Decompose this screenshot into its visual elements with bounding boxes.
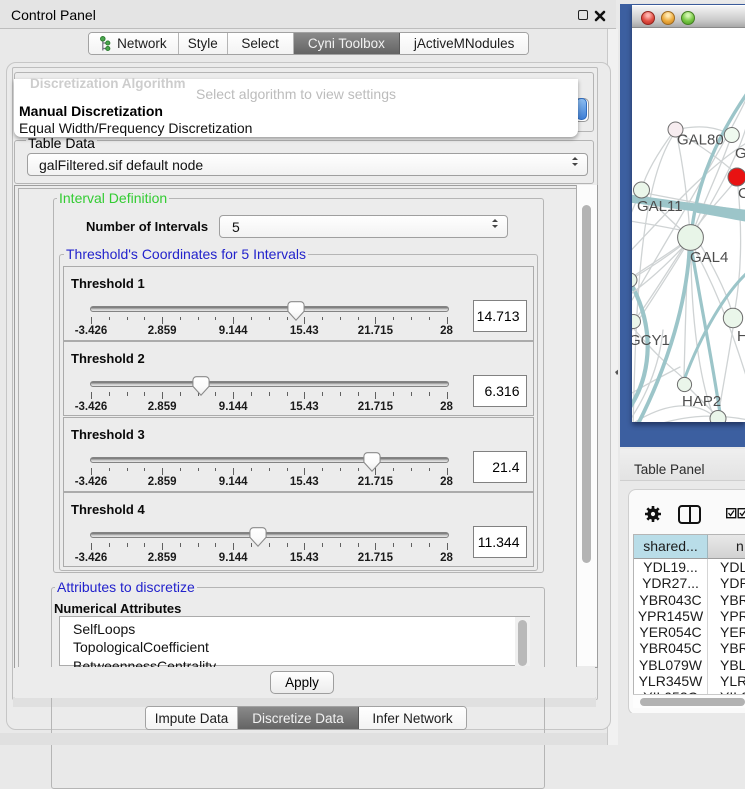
svg-text:GAL80: GAL80 xyxy=(677,132,724,149)
svg-text:HIS4: HIS4 xyxy=(737,328,745,345)
svg-text:CDC19: CDC19 xyxy=(738,185,745,202)
svg-text:GAL11: GAL11 xyxy=(637,198,683,215)
svg-text:GCY1: GCY1 xyxy=(632,332,670,349)
svg-text:GAL3: GAL3 xyxy=(735,145,745,162)
svg-text:HAP2: HAP2 xyxy=(682,393,721,410)
svg-text:GAL4: GAL4 xyxy=(690,249,728,266)
